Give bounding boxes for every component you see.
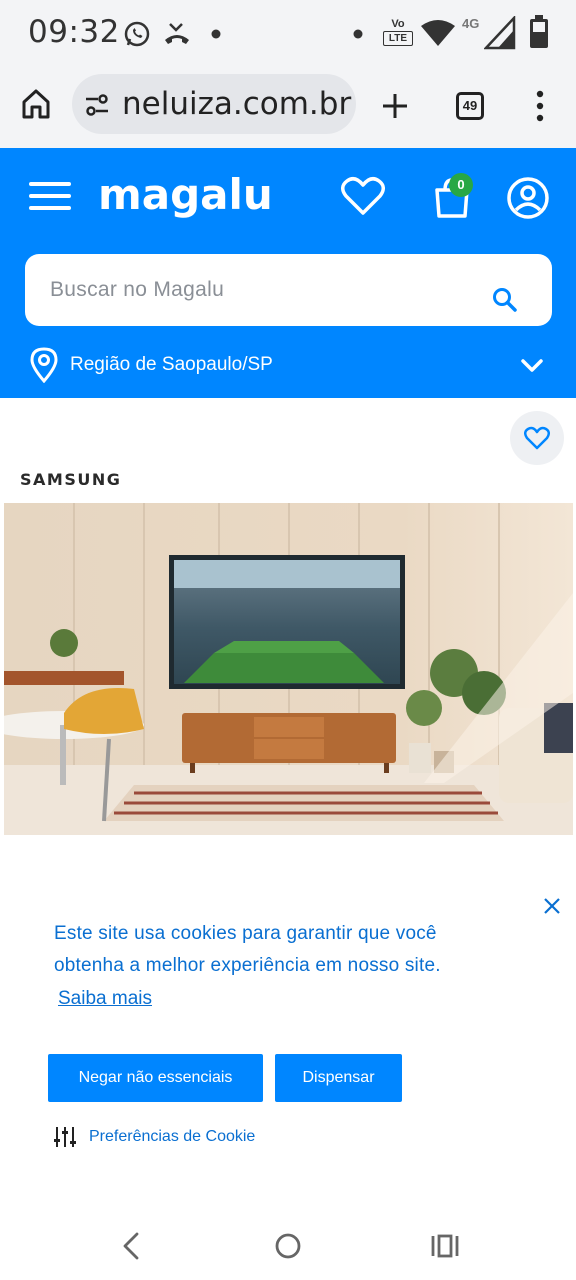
dismiss-button[interactable]: Dispensar bbox=[275, 1054, 402, 1102]
dot-icon bbox=[353, 29, 363, 39]
cookie-preferences-link[interactable]: Preferências de Cookie bbox=[89, 1128, 255, 1146]
menu-icon[interactable] bbox=[29, 180, 71, 212]
product-photo bbox=[4, 503, 573, 835]
deny-nonessential-button[interactable]: Negar não essenciais bbox=[48, 1054, 263, 1102]
product-favorite-button[interactable] bbox=[510, 411, 564, 465]
status-bar: 09:32 Vo LTE 4G bbox=[0, 0, 576, 68]
location-pin-icon[interactable] bbox=[30, 347, 58, 383]
magalu-logo[interactable]: magalu bbox=[98, 170, 273, 219]
close-icon[interactable] bbox=[543, 897, 561, 915]
sliders-icon[interactable] bbox=[53, 1125, 77, 1149]
cookie-banner: Este site usa cookies para garantir que … bbox=[0, 862, 576, 1212]
network-type-label: 4G bbox=[462, 16, 480, 31]
site-settings-icon[interactable] bbox=[84, 92, 110, 118]
back-icon[interactable] bbox=[121, 1232, 141, 1260]
chevron-down-icon[interactable] bbox=[521, 359, 543, 373]
status-time: 09:32 bbox=[28, 14, 120, 50]
url-text[interactable]: neluiza.com.br bbox=[122, 86, 351, 122]
heart-icon bbox=[524, 426, 550, 450]
volte-label-top: Vo bbox=[391, 18, 405, 30]
search-box[interactable]: Buscar no Magalu bbox=[25, 254, 552, 326]
volte-label-bottom: LTE bbox=[383, 31, 413, 46]
cart-count-badge: 0 bbox=[449, 173, 473, 197]
tab-switcher-icon[interactable]: 49 bbox=[456, 92, 484, 120]
dot-icon bbox=[211, 29, 221, 39]
more-options-icon[interactable] bbox=[535, 90, 545, 122]
system-nav-bar bbox=[0, 1212, 576, 1280]
browser-toolbar: neluiza.com.br 49 bbox=[0, 68, 576, 148]
signal-4g-icon bbox=[484, 16, 516, 50]
cookie-message: Este site usa cookies para garantir que … bbox=[54, 923, 441, 976]
address-bar[interactable]: neluiza.com.br bbox=[72, 74, 356, 134]
volte-icon: Vo LTE bbox=[383, 18, 413, 48]
whatsapp-icon bbox=[124, 21, 150, 47]
home-circle-icon[interactable] bbox=[274, 1232, 302, 1260]
favorites-heart-icon[interactable] bbox=[341, 176, 385, 216]
site-header: magalu 0 Buscar no Magalu Região de Saop… bbox=[0, 148, 576, 398]
learn-more-link[interactable]: Saiba mais bbox=[58, 988, 152, 1010]
recents-icon[interactable] bbox=[430, 1233, 460, 1259]
home-icon[interactable] bbox=[21, 88, 51, 120]
region-selector[interactable]: Região de Saopaulo/SP bbox=[70, 354, 273, 376]
product-brand: SAMSUNG bbox=[20, 470, 122, 489]
search-input[interactable]: Buscar no Magalu bbox=[50, 278, 224, 302]
battery-icon bbox=[530, 15, 548, 48]
search-icon[interactable] bbox=[492, 287, 518, 313]
product-image[interactable] bbox=[4, 503, 573, 835]
user-account-icon[interactable] bbox=[506, 176, 550, 220]
wifi-icon bbox=[421, 20, 455, 46]
missed-call-icon bbox=[165, 23, 189, 44]
new-tab-icon[interactable] bbox=[381, 92, 409, 120]
